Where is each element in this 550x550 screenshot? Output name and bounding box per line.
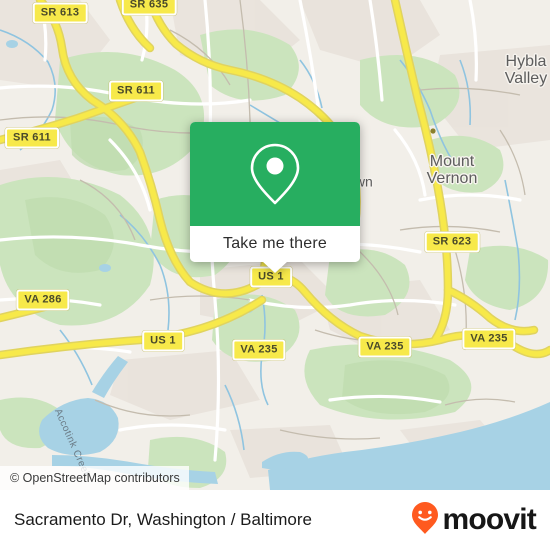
map-pin-icon xyxy=(246,140,304,208)
road-shield: SR 635 xyxy=(121,0,177,16)
map-canvas[interactable]: SR 613 SR 635 SR 611 SR 611 US 1 SR 623 … xyxy=(0,0,550,490)
road-shield: VA 235 xyxy=(232,339,286,361)
take-me-there-button[interactable]: Take me there xyxy=(190,226,360,262)
location-title: Sacramento Dr, Washington / Baltimore xyxy=(14,510,312,529)
map-screenshot: SR 613 SR 635 SR 611 SR 611 US 1 SR 623 … xyxy=(0,0,550,550)
moovit-pin-smile-icon xyxy=(410,501,440,540)
road-shield: US 1 xyxy=(142,330,184,352)
road-shield: SR 623 xyxy=(424,231,480,253)
footer-bar: Sacramento Dr, Washington / Baltimore mo… xyxy=(0,490,550,550)
road-shield: SR 611 xyxy=(109,80,163,102)
callout-header xyxy=(190,122,360,226)
callout-pointer xyxy=(262,261,288,273)
osm-attribution-text: © OpenStreetMap contributors xyxy=(10,471,180,485)
osm-attribution[interactable]: © OpenStreetMap contributors xyxy=(0,466,189,490)
road-shield: VA 235 xyxy=(358,336,412,358)
road-shield: SR 613 xyxy=(32,2,88,24)
moovit-wordmark: moovit xyxy=(442,503,536,536)
road-shield: VA 235 xyxy=(462,328,516,350)
take-me-there-label: Take me there xyxy=(223,235,327,252)
road-shield: VA 286 xyxy=(16,289,70,311)
moovit-logo[interactable]: moovit xyxy=(410,501,537,540)
location-callout-card[interactable]: Take me there xyxy=(190,122,360,273)
road-shield: SR 611 xyxy=(5,127,59,149)
